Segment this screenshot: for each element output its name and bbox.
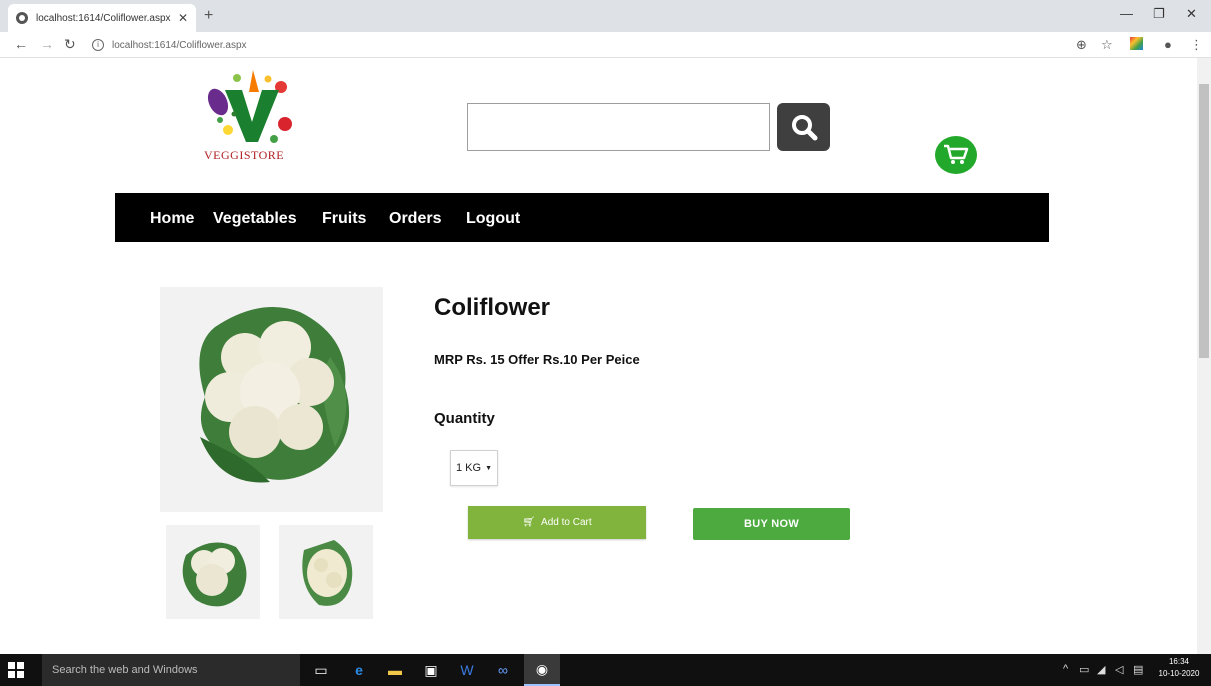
url-text: localhost:1614/Coliflower.aspx [112, 39, 247, 51]
windows-taskbar: Search the web and Windows ▭ e ▬ ▣ W ∞ ◉… [0, 654, 1211, 686]
star-icon[interactable]: ☆ [1101, 37, 1113, 53]
quantity-label: Quantity [434, 410, 495, 427]
add-to-cart-label: Add to Cart [541, 517, 592, 528]
nav-vegetables[interactable]: Vegetables [213, 210, 297, 228]
search-button[interactable] [777, 103, 830, 151]
reload-icon[interactable]: ↻ [64, 36, 76, 53]
nav-orders[interactable]: Orders [389, 210, 441, 228]
url-field[interactable]: i localhost:1614/Coliflower.aspx [92, 35, 1072, 55]
volume-icon[interactable]: ◁ [1115, 663, 1123, 676]
tray-chevron-icon[interactable]: ^ [1063, 663, 1068, 675]
product-name: Coliflower [434, 294, 551, 321]
menu-icon[interactable]: ⋮ [1190, 37, 1203, 53]
browser-tab[interactable]: localhost:1614/Coliflower.aspx ✕ [8, 4, 196, 32]
product-price: MRP Rs. 15 Offer Rs.10 Per Peice [434, 352, 640, 367]
nav-home[interactable]: Home [150, 210, 194, 228]
clock-time: 16:34 [1168, 657, 1190, 666]
profile-icon[interactable]: ● [1164, 37, 1172, 52]
new-tab-button[interactable]: + [204, 7, 213, 25]
add-to-cart-button[interactable]: 🛒︎ Add to Cart [468, 506, 646, 539]
product-thumbnail-2[interactable] [279, 525, 373, 619]
logo-text: VEGGISTORE [204, 148, 285, 162]
zoom-icon[interactable]: ⊕ [1076, 37, 1087, 53]
clock-date: 10-10-2020 [1158, 669, 1200, 678]
dropdown-arrow-icon: ▼ [485, 464, 492, 472]
browser-tab-bar: localhost:1614/Coliflower.aspx ✕ + — ❐ ✕ [0, 0, 1211, 32]
edge-icon[interactable]: e [348, 659, 370, 681]
tab-title: localhost:1614/Coliflower.aspx [36, 12, 171, 24]
cart-icon [944, 144, 969, 164]
restore-icon[interactable]: ❐ [1153, 6, 1165, 22]
network-icon[interactable]: ◢ [1097, 663, 1105, 676]
quantity-select[interactable]: 1 KG ▼ [450, 450, 498, 486]
word-icon[interactable]: W [456, 659, 478, 681]
battery-icon[interactable]: ▭ [1079, 663, 1089, 676]
scrollbar-thumb[interactable] [1199, 84, 1209, 358]
main-navbar: Home Vegetables Fruits Orders Logout [115, 193, 1049, 242]
cart-button[interactable] [935, 136, 977, 174]
chrome-icon[interactable]: ◉ [524, 654, 560, 686]
quantity-selected-value: 1 KG [455, 462, 482, 474]
forward-icon[interactable]: → [40, 36, 54, 52]
taskbar-clock[interactable]: 16:34 10-10-2020 [1156, 656, 1202, 680]
address-bar: ← → ↻ i localhost:1614/Coliflower.aspx ⊕… [0, 32, 1211, 58]
windows-start-icon[interactable] [8, 662, 24, 678]
product-main-image[interactable] [160, 287, 383, 512]
file-explorer-icon[interactable]: ▬ [384, 659, 406, 681]
close-window-icon[interactable]: ✕ [1186, 6, 1197, 22]
search-icon [791, 115, 817, 141]
cart-icon: 🛒︎ [522, 517, 536, 528]
taskbar-search[interactable]: Search the web and Windows [42, 654, 300, 686]
task-view-icon[interactable]: ▭ [310, 659, 332, 681]
notification-icon[interactable]: ▤ [1133, 663, 1143, 676]
close-tab-icon[interactable]: ✕ [178, 11, 188, 25]
search-input[interactable] [467, 103, 770, 151]
back-icon[interactable]: ← [14, 36, 28, 52]
nav-fruits[interactable]: Fruits [322, 210, 366, 228]
minimize-icon[interactable]: — [1120, 6, 1133, 21]
nav-logout[interactable]: Logout [466, 210, 520, 228]
app-icon[interactable]: ∞ [492, 659, 514, 681]
info-icon[interactable]: i [92, 39, 104, 51]
globe-icon [16, 12, 28, 24]
extension-icon[interactable] [1130, 37, 1143, 50]
product-thumbnail-1[interactable] [166, 525, 260, 619]
buy-now-button[interactable]: BUY NOW [693, 508, 850, 540]
store-icon[interactable]: ▣ [420, 659, 442, 681]
